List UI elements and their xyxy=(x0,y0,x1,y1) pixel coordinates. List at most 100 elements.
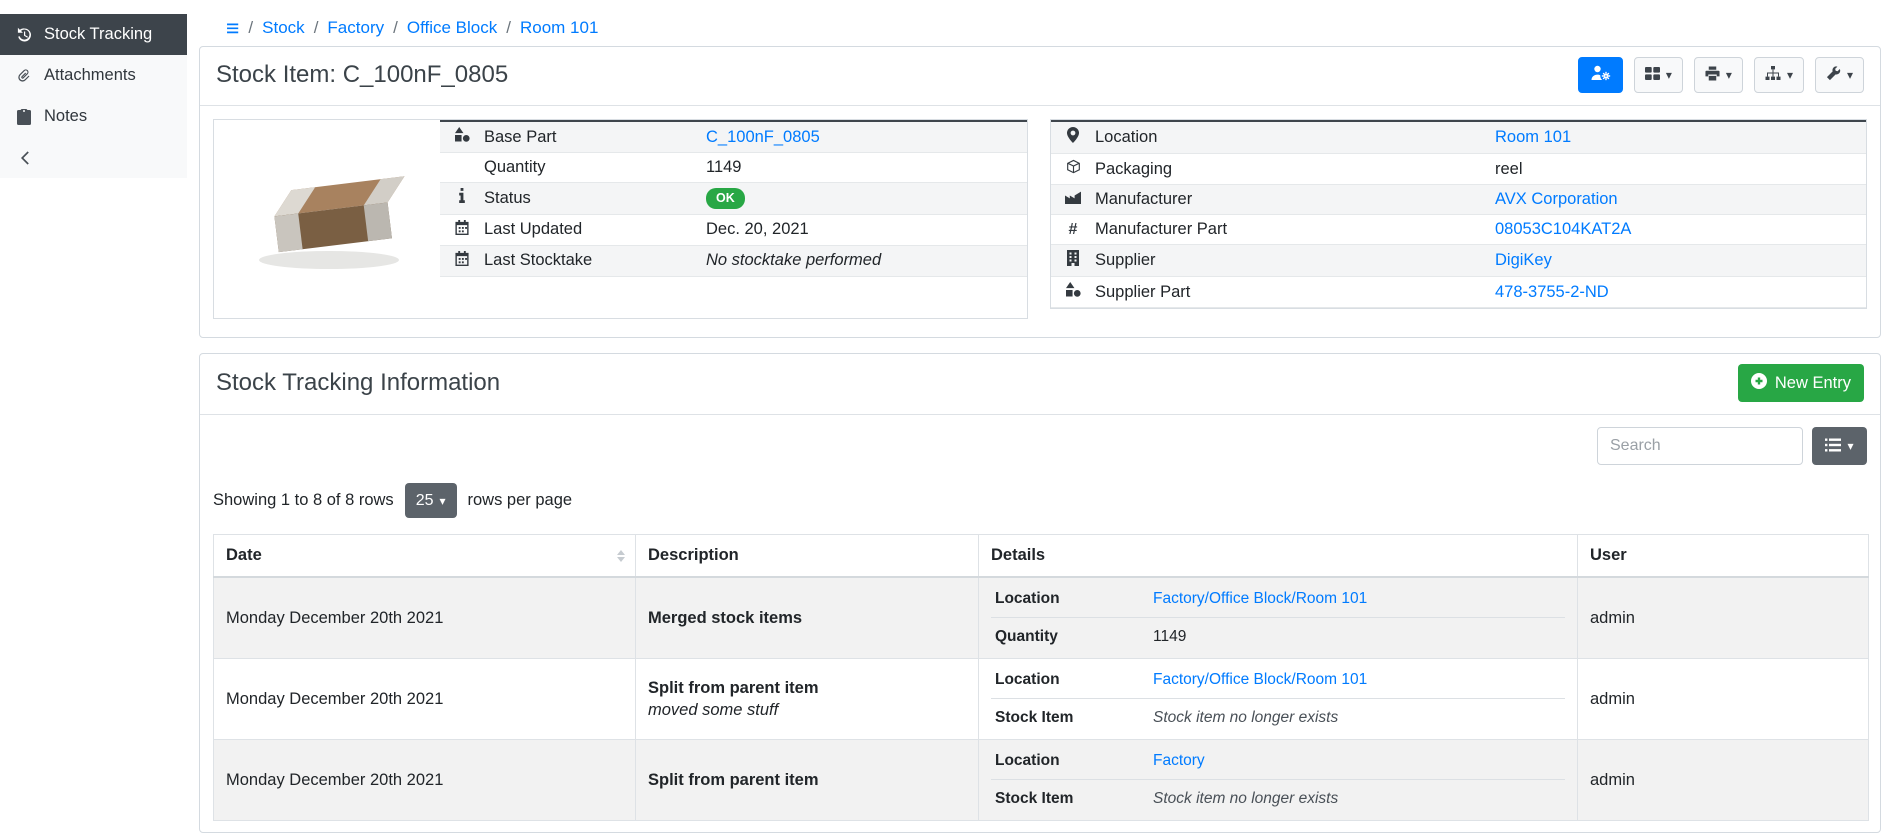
box-icon xyxy=(1066,160,1081,178)
user-cog-icon xyxy=(1590,65,1611,85)
menu-icon[interactable]: ≡ xyxy=(226,17,239,40)
stock-transfer-actions-button[interactable]: ▾ xyxy=(1754,57,1804,93)
breadcrumb-separator: / xyxy=(393,18,398,38)
columns-dropdown-button[interactable]: ▾ xyxy=(1812,427,1867,465)
detail-label: Location xyxy=(1085,121,1485,154)
details-cell: Location Factory/Office Block/Room 101 Q… xyxy=(979,577,1578,659)
detail-row-location: Location Room 101 xyxy=(1051,121,1866,154)
supplier-part-link[interactable]: 478-3755-2-ND xyxy=(1495,283,1609,301)
sitemap-icon xyxy=(1765,66,1781,85)
clipboard-icon xyxy=(15,109,33,125)
breadcrumb-office-block[interactable]: Office Block xyxy=(407,18,497,38)
date-cell: Monday December 20th 2021 xyxy=(214,577,636,659)
print-actions-button[interactable]: ▾ xyxy=(1694,57,1743,93)
detail-label: Supplier Part xyxy=(1085,277,1485,308)
shapes-icon xyxy=(455,128,470,146)
quantity-value: 1149 xyxy=(1153,628,1186,646)
breadcrumb-room-101[interactable]: Room 101 xyxy=(520,18,598,38)
history-icon xyxy=(15,27,33,43)
manufacturer-part-link[interactable]: 08053C104KAT2A xyxy=(1495,220,1631,238)
detail-label: Manufacturer Part xyxy=(1085,215,1485,245)
column-header-description: Description xyxy=(636,535,979,578)
user-actions-button[interactable] xyxy=(1578,57,1623,93)
stock-item-toolbar: ▾ ▾ ▾ ▾ xyxy=(1578,57,1864,93)
description-cell: Merged stock items xyxy=(636,577,979,659)
column-header-details: Details xyxy=(979,535,1578,578)
pagination-info: Showing 1 to 8 of 8 rows 25 ▾ rows per p… xyxy=(213,483,1867,518)
quantity-value: 1149 xyxy=(696,153,1027,183)
breadcrumb-separator: / xyxy=(506,18,511,38)
page-size-select[interactable]: 25 ▾ xyxy=(405,483,457,518)
supplier-link[interactable]: DigiKey xyxy=(1495,251,1552,269)
sidebar-item-stock-tracking[interactable]: Stock Tracking xyxy=(0,14,187,55)
showing-rows-text: Showing 1 to 8 of 8 rows xyxy=(213,491,394,510)
manufacturer-link[interactable]: AVX Corporation xyxy=(1495,190,1618,208)
detail-sub-row: Quantity 1149 xyxy=(991,618,1565,655)
detail-row-supplier-part: Supplier Part 478-3755-2-ND xyxy=(1051,277,1866,308)
sidebar-item-attachments[interactable]: Attachments xyxy=(0,55,187,96)
stock-detail-table-left: Base Part C_100nF_0805 Quantity 1149 Sta… xyxy=(440,120,1027,277)
detail-sub-row: Location Factory xyxy=(991,743,1565,780)
map-marker-icon xyxy=(1067,129,1079,147)
grid-icon xyxy=(1645,66,1660,85)
tracking-row: Monday December 20th 2021 Split from par… xyxy=(214,740,1869,821)
detail-label: Supplier xyxy=(1085,245,1485,277)
location-link[interactable]: Factory/Office Block/Room 101 xyxy=(1153,590,1367,608)
industry-icon xyxy=(1065,190,1081,208)
caret-down-icon: ▾ xyxy=(1847,440,1853,452)
description-cell: Split from parent item xyxy=(636,740,979,821)
stock-adjust-actions-button[interactable]: ▾ xyxy=(1815,57,1864,93)
detail-sub-row: Location Factory/Office Block/Room 101 xyxy=(991,662,1565,699)
calendar-icon xyxy=(455,252,469,270)
status-badge: OK xyxy=(706,188,745,209)
sidebar-collapse-button[interactable] xyxy=(0,137,187,178)
search-input[interactable] xyxy=(1597,427,1803,465)
description-note: moved some stuff xyxy=(648,701,966,720)
column-header-date[interactable]: Date xyxy=(214,535,636,578)
part-image xyxy=(214,120,440,318)
detail-label: Packaging xyxy=(1085,154,1485,185)
detail-sub-row: Stock Item Stock item no longer exists xyxy=(991,699,1565,736)
sidebar-item-label: Notes xyxy=(44,107,87,126)
detail-row-supplier: Supplier DigiKey xyxy=(1051,245,1866,277)
detail-row-manufacturer-part: # Manufacturer Part 08053C104KAT2A xyxy=(1051,215,1866,245)
calendar-icon xyxy=(455,221,469,239)
detail-row-last-updated: Last Updated Dec. 20, 2021 xyxy=(440,214,1027,245)
detail-row-base-part: Base Part C_100nF_0805 xyxy=(440,121,1027,153)
packaging-value: reel xyxy=(1485,154,1866,185)
new-entry-button[interactable]: New Entry xyxy=(1738,364,1864,402)
last-updated-value: Dec. 20, 2021 xyxy=(696,214,1027,245)
location-link[interactable]: Factory xyxy=(1153,752,1205,770)
caret-down-icon: ▾ xyxy=(1726,69,1732,81)
breadcrumb-stock[interactable]: Stock xyxy=(262,18,305,38)
date-cell: Monday December 20th 2021 xyxy=(214,659,636,740)
plus-circle-icon xyxy=(1751,373,1767,394)
new-entry-label: New Entry xyxy=(1775,374,1851,393)
printer-icon xyxy=(1705,66,1720,85)
sidebar-item-label: Stock Tracking xyxy=(44,25,152,44)
detail-label: Last Updated xyxy=(474,214,696,245)
date-cell: Monday December 20th 2021 xyxy=(214,740,636,821)
stock-details: Base Part C_100nF_0805 Quantity 1149 Sta… xyxy=(200,106,1880,337)
info-icon xyxy=(459,189,465,207)
sidebar-item-notes[interactable]: Notes xyxy=(0,96,187,137)
location-link[interactable]: Room 101 xyxy=(1495,128,1571,146)
detail-row-quantity: Quantity 1149 xyxy=(440,153,1027,183)
sort-icon xyxy=(617,550,625,562)
barcode-actions-button[interactable]: ▾ xyxy=(1634,57,1683,93)
last-stocktake-value: No stocktake performed xyxy=(706,251,881,269)
stock-detail-table-right: Location Room 101 Packaging reel Manufac… xyxy=(1051,120,1866,308)
detail-row-packaging: Packaging reel xyxy=(1051,154,1866,185)
base-part-link[interactable]: C_100nF_0805 xyxy=(706,128,820,146)
detail-label: Last Stocktake xyxy=(474,245,696,276)
tools-icon xyxy=(1826,66,1841,85)
breadcrumb-factory[interactable]: Factory xyxy=(327,18,384,38)
stock-detail-card-left: Base Part C_100nF_0805 Quantity 1149 Sta… xyxy=(213,119,1028,319)
user-cell: admin xyxy=(1578,577,1869,659)
detail-label: Quantity xyxy=(474,153,696,183)
sidebar-item-label: Attachments xyxy=(44,66,136,85)
sidebar: Stock Tracking Attachments Notes xyxy=(0,14,187,178)
stock-tracking-panel: Stock Tracking Information New Entry ▾ S… xyxy=(199,353,1881,833)
hash-icon: # xyxy=(1069,221,1078,238)
location-link[interactable]: Factory/Office Block/Room 101 xyxy=(1153,671,1367,689)
